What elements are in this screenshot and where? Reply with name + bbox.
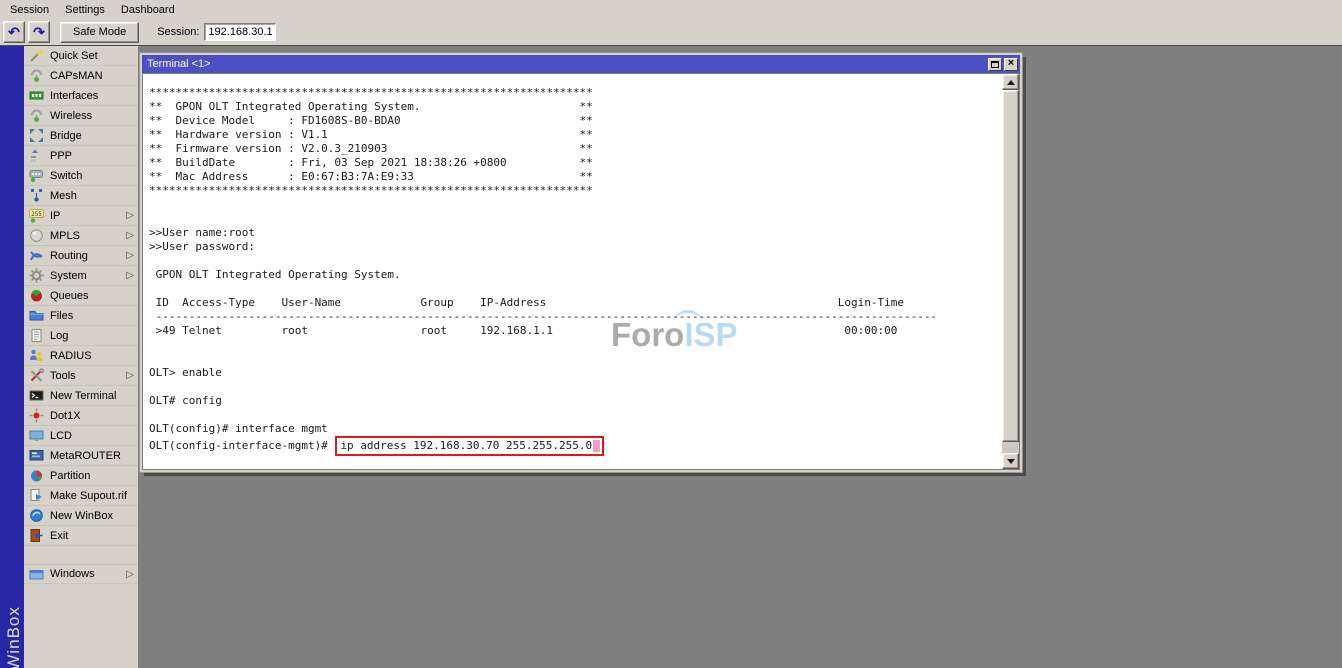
maximize-icon [991, 61, 999, 68]
sidebar-item-log[interactable]: Log [24, 326, 138, 346]
queues-icon [29, 288, 44, 303]
sidebar-item-routing[interactable]: Routing ▷ [24, 246, 138, 266]
sidebar-item-metarouter[interactable]: MetaROUTER [24, 446, 138, 466]
session-input[interactable] [204, 23, 276, 41]
bridge-icon [29, 128, 44, 143]
quick-set-icon [29, 48, 44, 63]
close-button[interactable]: × [1004, 58, 1018, 71]
sidebar-item-interfaces[interactable]: Interfaces [24, 86, 138, 106]
submenu-arrow-icon: ▷ [126, 370, 134, 381]
close-icon: × [1008, 58, 1014, 69]
interfaces-icon [29, 88, 44, 103]
mesh-icon [29, 188, 44, 203]
dot1x-icon [29, 408, 44, 423]
current-command-text: ip address 192.168.30.70 255.255.255.0 [340, 439, 592, 453]
new-terminal-icon [29, 388, 44, 403]
sidebar-item-exit[interactable]: Exit [24, 526, 138, 546]
scroll-up-icon [1007, 80, 1015, 85]
lcd-icon [29, 428, 44, 443]
mpls-icon [29, 228, 44, 243]
routing-icon [29, 248, 44, 263]
files-icon [29, 308, 44, 323]
submenu-arrow-icon: ▷ [126, 210, 134, 221]
sidebar-item-new-terminal[interactable]: New Terminal [24, 386, 138, 406]
svg-text:255: 255 [31, 211, 42, 218]
submenu-arrow-icon: ▷ [126, 230, 134, 241]
sidebar-item-queues[interactable]: Queues [24, 286, 138, 306]
toolbar: ↶ ↷ Safe Mode Session: [0, 19, 1342, 46]
sidebar-item-system[interactable]: System ▷ [24, 266, 138, 286]
sidebar-item-mpls[interactable]: MPLS ▷ [24, 226, 138, 246]
log-icon [29, 328, 44, 343]
sidebar-item-dot1x[interactable]: Dot1X [24, 406, 138, 426]
tools-icon [29, 368, 44, 383]
redo-button[interactable]: ↷ [28, 21, 50, 43]
brand-text: RouterOS WinBox [4, 606, 24, 668]
sidebar-item-tools[interactable]: Tools ▷ [24, 366, 138, 386]
scroll-up-button[interactable] [1002, 74, 1019, 90]
menu-item-settings[interactable]: Settings [57, 2, 113, 18]
wireless-icon [29, 108, 44, 123]
sidebar-item-capsman[interactable]: CAPsMAN [24, 66, 138, 86]
submenu-arrow-icon: ▷ [126, 270, 134, 281]
sidebar-item-make-supout[interactable]: Make Supout.rif [24, 486, 138, 506]
scroll-down-icon [1007, 459, 1015, 464]
menu-bar: Session Settings Dashboard [0, 0, 1342, 19]
terminal-window: Terminal <1> × ForoISP *****************… [140, 53, 1022, 472]
brand-strip: RouterOS WinBox [0, 46, 24, 668]
submenu-arrow-icon: ▷ [126, 569, 134, 580]
scrollbar-thumb[interactable] [1002, 90, 1019, 442]
submenu-arrow-icon: ▷ [126, 250, 134, 261]
sidebar-gap [24, 546, 138, 564]
sidebar-item-ip[interactable]: 255 IP ▷ [24, 206, 138, 226]
capsman-icon [29, 68, 44, 83]
maximize-button[interactable] [988, 58, 1002, 71]
sidebar-item-lcd[interactable]: LCD [24, 426, 138, 446]
sidebar: Quick Set CAPsMAN Interfaces Wireless Br… [24, 46, 138, 668]
make-supout-icon [29, 488, 44, 503]
safe-mode-button[interactable]: Safe Mode [60, 22, 139, 43]
scroll-down-button[interactable] [1002, 453, 1019, 469]
terminal-titlebar[interactable]: Terminal <1> × [142, 55, 1020, 73]
sidebar-item-radius[interactable]: RADIUS [24, 346, 138, 366]
sidebar-item-quick-set[interactable]: Quick Set [24, 46, 138, 66]
sidebar-item-new-winbox[interactable]: New WinBox [24, 506, 138, 526]
exit-icon [29, 528, 44, 543]
undo-icon: ↶ [8, 25, 20, 39]
terminal-body[interactable]: ForoISP ********************************… [142, 73, 1020, 470]
terminal-title: Terminal <1> [147, 58, 986, 70]
system-icon [29, 268, 44, 283]
ip-icon: 255 [29, 208, 44, 223]
terminal-prompt-line: OLT(config-interface-mgmt)# ip address 1… [143, 436, 1019, 456]
terminal-scrollbar[interactable] [1002, 74, 1019, 469]
sidebar-item-windows[interactable]: Windows ▷ [24, 564, 138, 584]
sidebar-item-mesh[interactable]: Mesh [24, 186, 138, 206]
ppp-icon [29, 148, 44, 163]
terminal-prompt: OLT(config-interface-mgmt)# [149, 439, 334, 453]
winbox-app: Session Settings Dashboard ↶ ↷ Safe Mode… [0, 0, 1342, 668]
terminal-cursor [593, 440, 600, 452]
metarouter-icon [29, 448, 44, 463]
radius-icon [29, 348, 44, 363]
desktop-area: Terminal <1> × ForoISP *****************… [138, 46, 1342, 668]
terminal-output: ****************************************… [143, 74, 1019, 436]
session-label: Session: [157, 26, 199, 38]
sidebar-item-wireless[interactable]: Wireless [24, 106, 138, 126]
windows-icon [29, 567, 44, 582]
menu-item-session[interactable]: Session [2, 2, 57, 18]
new-winbox-icon [29, 508, 44, 523]
redo-icon: ↷ [33, 25, 45, 39]
menu-item-dashboard[interactable]: Dashboard [113, 2, 183, 18]
sidebar-item-ppp[interactable]: PPP [24, 146, 138, 166]
undo-button[interactable]: ↶ [3, 21, 25, 43]
sidebar-item-bridge[interactable]: Bridge [24, 126, 138, 146]
partition-icon [29, 468, 44, 483]
sidebar-item-switch[interactable]: Switch [24, 166, 138, 186]
highlighted-command: ip address 192.168.30.70 255.255.255.0 [335, 436, 604, 456]
sidebar-item-partition[interactable]: Partition [24, 466, 138, 486]
sidebar-item-files[interactable]: Files [24, 306, 138, 326]
switch-icon [29, 168, 44, 183]
